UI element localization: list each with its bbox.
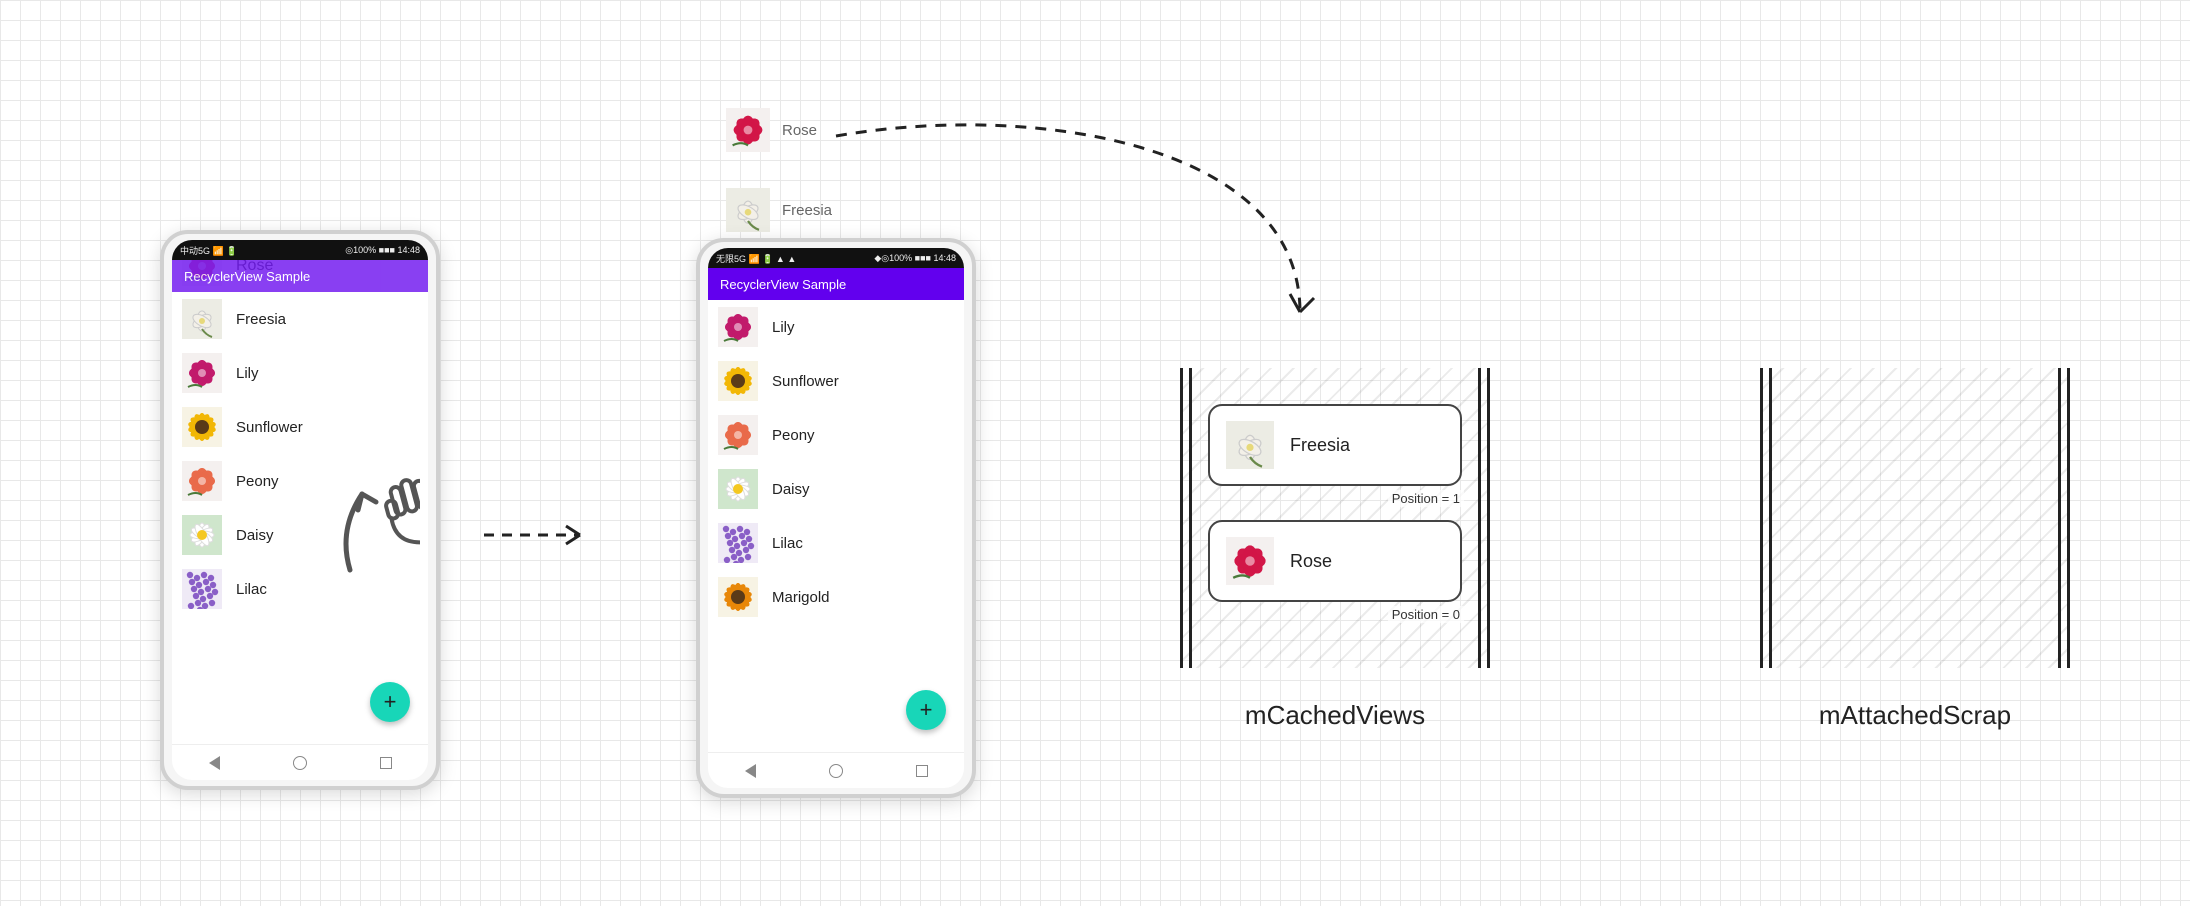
flower-list-before[interactable]: Freesia Lily Sunflower Peony Daisy Lilac xyxy=(172,292,428,744)
list-item[interactable]: Daisy xyxy=(172,508,428,562)
list-item[interactable]: Lilac xyxy=(172,562,428,616)
nav-recent-icon[interactable] xyxy=(380,757,392,769)
peony-icon xyxy=(182,461,222,501)
status-right: ◎100% ■■■ 14:48 xyxy=(345,245,420,256)
fab-add-button[interactable]: + xyxy=(906,690,946,730)
cached-item-freesia: Freesia xyxy=(1208,404,1462,486)
status-bar: 中动5G 📶 🔋 ◎100% ■■■ 14:48 xyxy=(172,240,428,260)
app-title: RecyclerView Sample xyxy=(720,277,846,292)
freesia-icon xyxy=(182,299,222,339)
cached-item-rose: Rose xyxy=(1208,520,1462,602)
peony-icon xyxy=(718,415,758,455)
list-item-label: Daisy xyxy=(236,527,274,544)
list-item-label: Sunflower xyxy=(772,373,839,390)
marigold-icon xyxy=(718,577,758,617)
nav-home-icon[interactable] xyxy=(829,764,843,778)
app-bar: RecyclerView Sample xyxy=(172,260,428,292)
mattachedscrap-label: mAttachedScrap xyxy=(1780,700,2050,731)
mcachedviews-label: mCachedViews xyxy=(1200,700,1470,731)
list-item[interactable]: Marigold xyxy=(708,570,964,624)
list-item[interactable]: Sunflower xyxy=(172,400,428,454)
status-right: ◆◎100% ■■■ 14:48 xyxy=(874,253,956,264)
sunflower-icon xyxy=(718,361,758,401)
lily-icon xyxy=(182,353,222,393)
fab-add-button[interactable]: + xyxy=(370,682,410,722)
list-item-label: Daisy xyxy=(772,481,810,498)
status-left: 中动5G 📶 🔋 xyxy=(180,244,237,257)
bracket-frame xyxy=(1760,368,2070,668)
list-item[interactable]: Lily xyxy=(708,300,964,354)
list-item-label: Lilac xyxy=(772,535,803,552)
list-item-label: Sunflower xyxy=(236,419,303,436)
flower-list-after[interactable]: Lily Sunflower Peony Daisy Lilac Marigol… xyxy=(708,300,964,752)
app-title: RecyclerView Sample xyxy=(184,269,310,284)
list-item[interactable]: Lily xyxy=(172,346,428,400)
position-tag: Position = 1 xyxy=(1388,490,1464,507)
list-item[interactable]: Daisy xyxy=(708,462,964,516)
list-item[interactable]: Sunflower xyxy=(708,354,964,408)
rose-icon xyxy=(726,108,770,152)
evicted-row-label: Rose xyxy=(782,122,817,139)
phone-before-screen: Rose 中动5G 📶 🔋 ◎100% ■■■ 14:48 RecyclerVi… xyxy=(172,240,428,780)
nav-back-icon[interactable] xyxy=(209,756,220,770)
freesia-icon xyxy=(726,188,770,232)
mcachedviews-container: Freesia Position = 1 Rose Position = 0 xyxy=(1180,368,1490,668)
nav-bar xyxy=(708,752,964,788)
cached-item-label: Rose xyxy=(1290,551,1332,572)
list-item-label: Freesia xyxy=(236,311,286,328)
list-item-label: Lily xyxy=(236,365,259,382)
lilac-icon xyxy=(182,569,222,609)
evicted-row-label: Freesia xyxy=(782,202,832,219)
list-item-label: Peony xyxy=(772,427,815,444)
lilac-icon xyxy=(718,523,758,563)
phone-after: 无限5G 📶 🔋 ▲ ▲ ◆◎100% ■■■ 14:48 RecyclerVi… xyxy=(696,238,976,798)
status-bar: 无限5G 📶 🔋 ▲ ▲ ◆◎100% ■■■ 14:48 xyxy=(708,248,964,268)
status-left: 无限5G 📶 🔋 ▲ ▲ xyxy=(716,252,796,265)
list-item-label: Lilac xyxy=(236,581,267,598)
nav-bar xyxy=(172,744,428,780)
plus-icon: + xyxy=(920,697,933,723)
position-tag: Position = 0 xyxy=(1388,606,1464,623)
list-item[interactable]: Lilac xyxy=(708,516,964,570)
list-item[interactable]: Peony xyxy=(172,454,428,508)
list-item-label: Peony xyxy=(236,473,279,490)
plus-icon: + xyxy=(384,689,397,715)
phone-after-screen: 无限5G 📶 🔋 ▲ ▲ ◆◎100% ■■■ 14:48 RecyclerVi… xyxy=(708,248,964,788)
freesia-icon xyxy=(1226,421,1274,469)
app-bar: RecyclerView Sample xyxy=(708,268,964,300)
list-item-label: Marigold xyxy=(772,589,830,606)
cached-item-label: Freesia xyxy=(1290,435,1350,456)
sunflower-icon xyxy=(182,407,222,447)
rose-icon xyxy=(1226,537,1274,585)
phone-before: Rose 中动5G 📶 🔋 ◎100% ■■■ 14:48 RecyclerVi… xyxy=(160,230,440,790)
nav-home-icon[interactable] xyxy=(293,756,307,770)
nav-recent-icon[interactable] xyxy=(916,765,928,777)
mattachedscrap-container xyxy=(1760,368,2070,668)
daisy-icon xyxy=(182,515,222,555)
list-item[interactable]: Freesia xyxy=(172,292,428,346)
transition-arrow-icon xyxy=(480,520,600,550)
daisy-icon xyxy=(718,469,758,509)
list-item[interactable]: Peony xyxy=(708,408,964,462)
evicted-row-freesia: Freesia xyxy=(726,188,832,232)
list-item-label: Lily xyxy=(772,319,795,336)
nav-back-icon[interactable] xyxy=(745,764,756,778)
evicted-row-rose: Rose xyxy=(726,108,817,152)
lily-icon xyxy=(718,307,758,347)
